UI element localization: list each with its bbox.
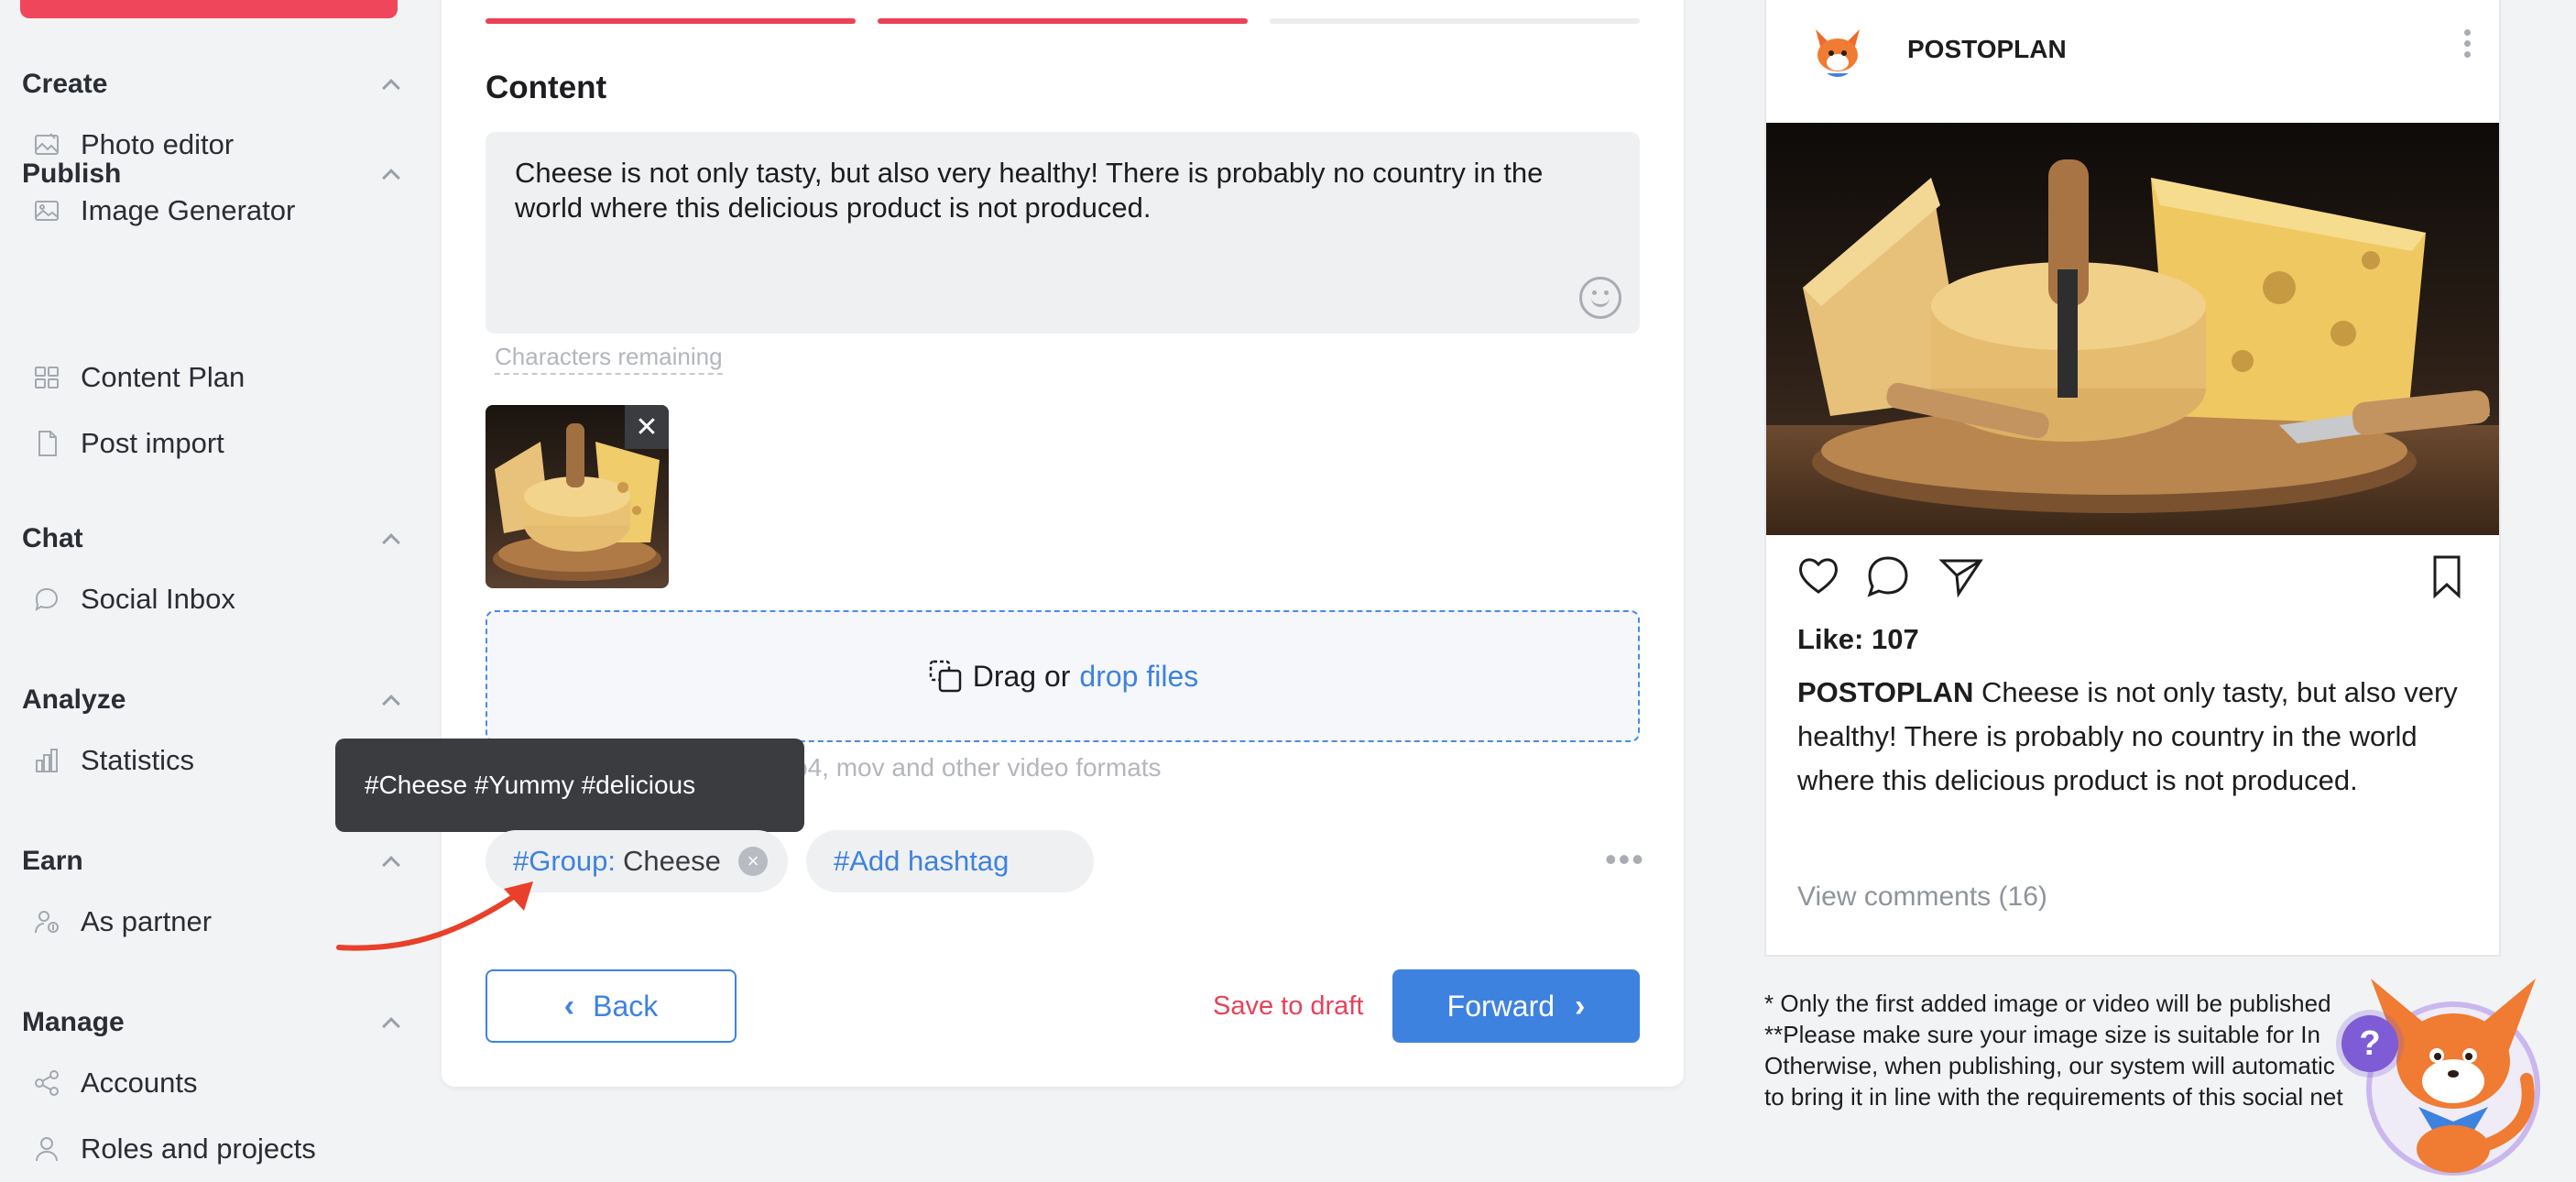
sidebar-item-label: Statistics — [81, 744, 195, 776]
remove-image-button[interactable]: ✕ — [625, 405, 669, 449]
instagram-post-preview: POSTOPLAN Like: 107 POSTOPLAN Cheese is … — [1764, 0, 2501, 957]
sidebar-item-content-plan[interactable]: Content Plan — [0, 345, 421, 410]
progress-step — [1270, 18, 1640, 24]
sidebar-group-label: Create — [22, 69, 108, 99]
attached-image-thumbnail[interactable]: ✕ — [486, 405, 669, 588]
create-post-button[interactable] — [20, 0, 398, 18]
share-icon — [31, 1067, 62, 1099]
view-comments-link[interactable]: View comments (16) — [1797, 881, 2047, 913]
sidebar-group-manage: Manage Accounts Roles and projects — [0, 995, 421, 1182]
chevron-up-icon — [381, 1013, 399, 1032]
likes-count: Like: 107 — [1797, 623, 1919, 655]
content-title: Content — [486, 70, 607, 105]
sidebar-group-publish-items: Content Plan Post import — [0, 345, 421, 476]
chevron-left-icon: ‹ — [563, 988, 575, 1023]
sidebar-item-label: Accounts — [81, 1067, 198, 1099]
sidebar-item-roles-and-projects[interactable]: Roles and projects — [0, 1116, 421, 1182]
sidebar-item-accounts[interactable]: Accounts — [0, 1050, 421, 1116]
back-label: Back — [593, 989, 659, 1023]
avatar — [1803, 16, 1872, 86]
drop-files-link[interactable]: drop files — [1079, 660, 1198, 694]
emoji-icon[interactable] — [1579, 277, 1621, 319]
chat-bubble-icon — [31, 584, 62, 615]
sidebar-group-label: Chat — [22, 523, 83, 553]
post-account-name: POSTOPLAN — [1907, 35, 2067, 63]
hashtag-group-tooltip: #Cheese #Yummy #delicious — [335, 739, 804, 832]
sidebar-group-label: Analyze — [22, 684, 126, 715]
sidebar-item-label: As partner — [81, 905, 213, 937]
chevron-up-icon — [381, 691, 399, 709]
post-actions — [1796, 553, 2473, 603]
share-send-icon[interactable] — [1938, 553, 1984, 599]
comment-icon[interactable] — [1865, 553, 1911, 599]
partner-icon — [31, 906, 62, 937]
sidebar-group-header[interactable]: Create — [0, 57, 421, 112]
csv-file-icon — [31, 428, 62, 459]
users-icon — [31, 1133, 62, 1165]
bar-chart-icon — [31, 745, 62, 776]
sidebar-group-label: Manage — [22, 1007, 125, 1037]
kebab-menu-icon[interactable] — [2464, 29, 2472, 64]
sidebar-item-label: Social Inbox — [81, 583, 235, 615]
sidebar-group-header[interactable]: Chat — [0, 511, 421, 566]
dropzone-text: Drag or — [972, 659, 1071, 693]
save-to-draft-link[interactable]: Save to draft — [1213, 991, 1363, 1022]
caption-account-name: POSTOPLAN — [1797, 676, 1974, 708]
more-options-icon[interactable]: ••• — [1605, 843, 1645, 876]
note-line: * Only the first added image or video wi… — [1764, 990, 2331, 1017]
hashtag-group-value: Cheese — [623, 845, 721, 877]
chevron-up-icon — [381, 75, 399, 93]
sidebar-group-chat: Chat Social Inbox — [0, 511, 421, 632]
sidebar: Create Photo editor Image Generator Publ… — [0, 0, 421, 1182]
bookmark-icon[interactable] — [2424, 553, 2470, 599]
sidebar-item-post-import[interactable]: Post import — [0, 410, 421, 476]
chevron-right-icon: › — [1575, 988, 1586, 1023]
note-line: **Please make sure your image size is su… — [1764, 1021, 2320, 1048]
note-line: Otherwise, when publishing, our system w… — [1764, 1052, 2335, 1079]
sidebar-item-label: Post import — [81, 427, 224, 459]
forward-button[interactable]: Forward › — [1392, 969, 1640, 1043]
back-button[interactable]: ‹ Back — [486, 969, 737, 1043]
sidebar-group-header[interactable]: Analyze — [0, 673, 421, 728]
sidebar-item-label: Content Plan — [81, 361, 246, 393]
sidebar-group-label: Earn — [22, 846, 83, 876]
close-icon[interactable]: × — [738, 847, 768, 876]
sidebar-group-label: Publish — [22, 159, 122, 189]
publishing-notes: * Only the first added image or video wi… — [1764, 988, 2424, 1112]
sidebar-group-header[interactable]: Publish — [0, 147, 421, 202]
post-text-input[interactable]: Cheese is not only tasty, but also very … — [486, 132, 1640, 334]
formats-hint: p4, mov and other video formats — [793, 753, 1162, 782]
sidebar-group-header[interactable]: Manage — [0, 995, 421, 1050]
annotation-arrow — [336, 881, 533, 951]
note-line: to bring it in line with the requirement… — [1764, 1083, 2343, 1111]
copy-files-icon — [929, 660, 961, 693]
heart-icon[interactable] — [1796, 553, 1841, 599]
characters-remaining[interactable]: Characters remaining — [495, 343, 723, 375]
add-hashtag-button[interactable]: #Add hashtag — [806, 830, 1094, 892]
chevron-up-icon — [381, 530, 399, 548]
progress-step — [486, 18, 856, 24]
post-image — [1766, 123, 2499, 535]
file-dropzone[interactable]: Drag or drop files — [486, 610, 1640, 742]
progress-step — [878, 18, 1248, 24]
forward-label: Forward — [1446, 989, 1555, 1023]
sidebar-item-label: Roles and projects — [81, 1133, 316, 1165]
post-caption: POSTOPLAN Cheese is not only tasty, but … — [1797, 671, 2466, 803]
grid-icon — [31, 362, 62, 393]
step-progress — [486, 18, 1640, 24]
sidebar-group-publish: Publish — [0, 147, 421, 202]
help-button[interactable]: ? — [2341, 1015, 2398, 1072]
sidebar-item-social-inbox[interactable]: Social Inbox — [0, 566, 421, 632]
chevron-up-icon — [381, 165, 399, 183]
